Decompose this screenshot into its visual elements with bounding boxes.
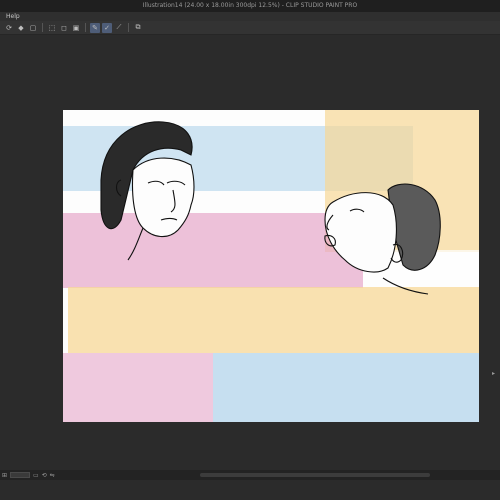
snap-icon[interactable]: ✓ [102,22,112,33]
invert-selection-icon[interactable]: ▣ [71,23,81,33]
command-bar: ⟳ ◆ ▢ ⬚ ◻ ▣ ✎ ✓ ⟋ ⧉ [0,21,500,35]
ruler-icon[interactable]: ⟋ [114,23,124,33]
transform-icon[interactable]: ⧉ [133,23,143,33]
toolbar-divider [42,23,43,32]
zoom-field[interactable] [10,472,31,478]
pink-block-bottom-left [63,353,213,422]
bottom-panel [0,480,500,500]
scroll-indicator-icon[interactable]: ▸ [492,370,500,378]
toolbar-divider [128,23,129,32]
fit-icon[interactable]: ▭ [33,472,39,479]
blue-block-bottom-right [213,353,479,422]
fill-bucket-icon[interactable]: ◆ [16,23,26,33]
window-title: Illustration14 (24.00 x 18.00in 300dpi 1… [142,2,358,9]
horizontal-scrollbar[interactable] [200,473,430,477]
menu-bar: Help [0,12,500,21]
rotate-icon[interactable]: ⟳ [4,23,14,33]
artwork [63,110,479,422]
flip-icon[interactable]: ⇋ [50,472,55,479]
crop-icon[interactable]: ◻ [59,23,69,33]
toolbar-divider [85,23,86,32]
clear-icon[interactable]: ▢ [28,23,38,33]
drawing-canvas[interactable] [63,110,479,422]
pen-icon[interactable]: ✎ [90,22,100,33]
yellow-block-mid [68,287,479,353]
menu-help[interactable]: Help [6,13,20,20]
window-title-bar: Illustration14 (24.00 x 18.00in 300dpi 1… [0,0,500,12]
navigator-icon[interactable]: ⊞ [2,472,7,479]
deselect-icon[interactable]: ⬚ [47,23,57,33]
rotate-view-icon[interactable]: ⟲ [42,472,47,479]
